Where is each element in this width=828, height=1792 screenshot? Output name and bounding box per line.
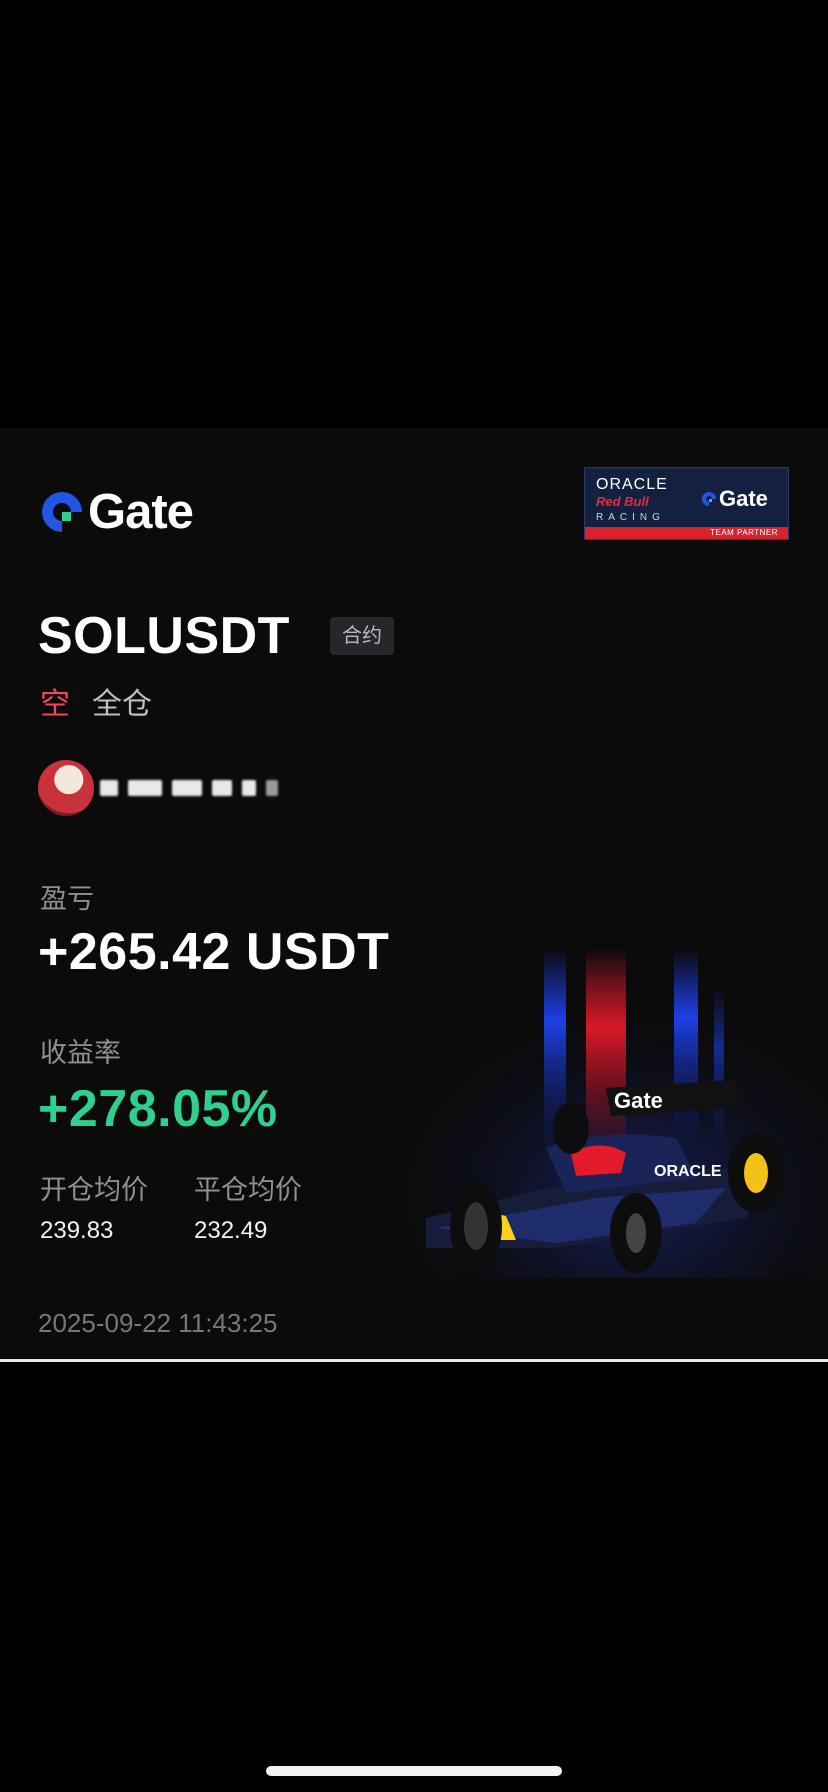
roi-label: 收益率 (40, 1038, 121, 1068)
partner-oracle: ORACLE (596, 476, 668, 493)
position-side: 空 (40, 688, 70, 721)
f1-car-illustration: Gate ORACLE (396, 948, 828, 1278)
redacted-char (266, 780, 278, 796)
redacted-char (212, 780, 232, 796)
redacted-char (100, 780, 118, 796)
gate-logo-icon (42, 492, 82, 532)
sidepod-text: ORACLE (654, 1163, 722, 1180)
pnl-label: 盈亏 (40, 884, 94, 914)
user-avatar (38, 760, 94, 816)
pnl-value: +265.42 USDT (38, 923, 390, 981)
symbol-title: SOLUSDT (38, 607, 290, 665)
team-partner-badge: ORACLE Red Bull RACING Gate TEAM PARTNER (584, 467, 789, 540)
rear-wing-text: Gate (614, 1088, 663, 1113)
partner-redbull: Red Bull (596, 494, 649, 509)
timestamp: 2025-09-22 11:43:25 (38, 1308, 278, 1338)
close-price-label: 平仓均价 (194, 1175, 302, 1205)
gate-logo-icon (702, 492, 716, 506)
redacted-char (242, 780, 256, 796)
gate-logo-text: Gate (88, 485, 194, 539)
partner-racing: RACING (596, 512, 665, 523)
partner-gate-logo: Gate (701, 486, 768, 512)
roi-value: +278.05% (38, 1080, 278, 1138)
home-indicator[interactable] (266, 1766, 562, 1776)
contract-tag: 合约 (330, 617, 394, 655)
margin-mode: 全仓 (92, 688, 152, 721)
gate-logo: Gate (40, 482, 194, 542)
redacted-char (172, 780, 202, 796)
share-card: Gate ORACLE Red Bull RACING Gate TEAM PA… (0, 428, 828, 1360)
partner-gate-text: Gate (719, 486, 768, 511)
open-price-label: 开仓均价 (40, 1175, 148, 1205)
redacted-char (128, 780, 162, 796)
close-price-value: 232.49 (194, 1217, 268, 1244)
partner-footer: TEAM PARTNER (585, 527, 788, 539)
open-price-value: 239.83 (40, 1217, 114, 1244)
card-divider (0, 1359, 828, 1362)
username-redacted (100, 768, 314, 808)
